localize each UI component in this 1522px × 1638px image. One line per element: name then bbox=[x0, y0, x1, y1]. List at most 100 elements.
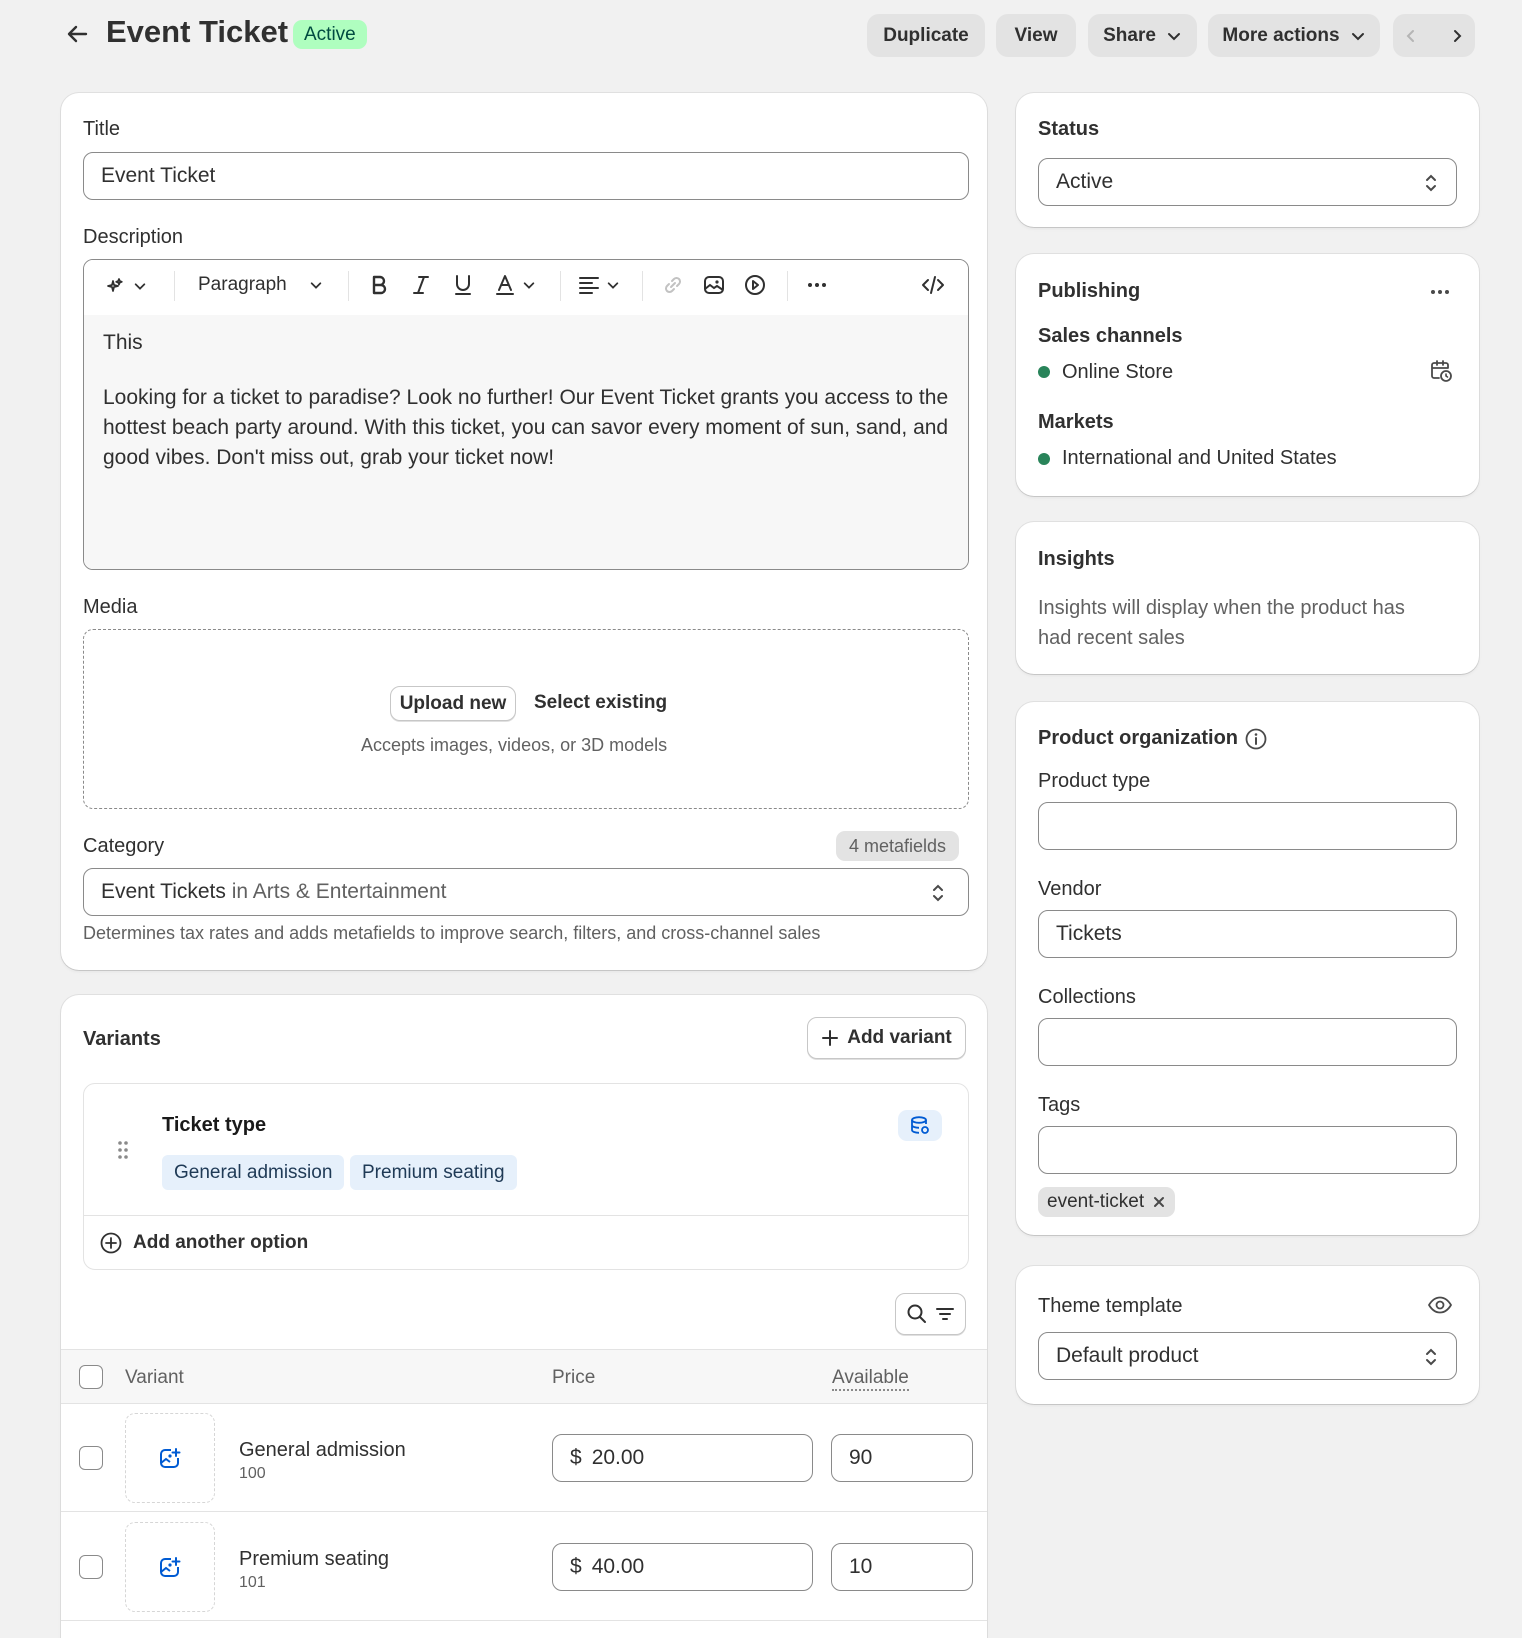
insert-image-button[interactable] bbox=[701, 272, 727, 298]
column-price[interactable]: Price bbox=[552, 1367, 595, 1389]
toolbar-divider bbox=[174, 271, 175, 301]
text-color-button[interactable] bbox=[492, 272, 536, 298]
title-input[interactable]: Event Ticket bbox=[83, 152, 969, 200]
drag-handle[interactable] bbox=[115, 1139, 131, 1161]
status-title: Status bbox=[1038, 118, 1100, 140]
link-button[interactable] bbox=[660, 272, 686, 298]
info-button[interactable] bbox=[1244, 727, 1268, 751]
status-badge: Active bbox=[293, 20, 367, 49]
duplicate-button[interactable]: Duplicate bbox=[867, 14, 985, 57]
toolbar-divider bbox=[787, 271, 788, 301]
option-metafield-button[interactable] bbox=[898, 1110, 942, 1141]
toolbar-divider bbox=[348, 271, 349, 301]
arrow-left-icon bbox=[67, 25, 88, 43]
tags-input[interactable] bbox=[1038, 1126, 1457, 1174]
status-select[interactable]: Active bbox=[1038, 158, 1457, 206]
chevron-down-icon bbox=[134, 283, 146, 290]
underline-button[interactable] bbox=[450, 272, 476, 298]
option-name[interactable]: Ticket type bbox=[162, 1114, 266, 1137]
chevron-left-icon[interactable] bbox=[1403, 28, 1419, 44]
link-icon bbox=[664, 276, 682, 294]
product-type-input[interactable] bbox=[1038, 802, 1457, 850]
chevron-down-icon bbox=[1351, 32, 1364, 40]
preview-button[interactable] bbox=[1427, 1292, 1453, 1318]
available-input[interactable]: 90 bbox=[831, 1434, 973, 1482]
share-button[interactable]: Share bbox=[1088, 14, 1197, 57]
paragraph-select[interactable]: Paragraph bbox=[198, 274, 323, 296]
select-arrows-icon bbox=[1426, 1348, 1436, 1366]
theme-template-title: Theme template bbox=[1038, 1295, 1183, 1317]
chevron-down-icon bbox=[310, 282, 321, 289]
bold-button[interactable] bbox=[366, 272, 392, 298]
option-value-chip[interactable]: Premium seating bbox=[350, 1155, 517, 1190]
description-line1: This bbox=[103, 331, 143, 354]
more-horizontal-icon bbox=[1431, 290, 1449, 294]
search-filter-button[interactable] bbox=[895, 1293, 966, 1335]
back-button[interactable] bbox=[64, 20, 92, 48]
category-select[interactable]: Event Tickets in Arts & Entertainment bbox=[83, 868, 969, 916]
text-color-icon bbox=[496, 275, 514, 295]
publishing-more-button[interactable] bbox=[1427, 279, 1453, 305]
vendor-input[interactable]: Tickets bbox=[1038, 910, 1457, 958]
insights-text: Insights will display when the product h… bbox=[1038, 597, 1405, 649]
add-variant-button[interactable]: Add variant bbox=[807, 1017, 966, 1059]
code-icon bbox=[922, 276, 944, 294]
media-hint: Accepts images, videos, or 3D models bbox=[361, 735, 668, 755]
more-horizontal-icon bbox=[808, 283, 826, 287]
more-actions-button[interactable]: More actions bbox=[1208, 14, 1380, 57]
title-label: Title bbox=[83, 118, 121, 140]
variant-image-upload[interactable] bbox=[125, 1413, 215, 1503]
category-label: Category bbox=[83, 835, 165, 857]
metafields-badge[interactable]: 4 metafields bbox=[836, 831, 960, 861]
row-checkbox[interactable] bbox=[79, 1446, 103, 1470]
price-input[interactable]: $40.00 bbox=[552, 1543, 813, 1591]
media-dropzone[interactable] bbox=[83, 629, 969, 809]
select-existing-link[interactable]: Select existing bbox=[534, 692, 667, 714]
chevron-down-icon bbox=[1167, 32, 1180, 40]
collections-input[interactable] bbox=[1038, 1018, 1457, 1066]
variant-name[interactable]: Premium seating bbox=[239, 1548, 389, 1571]
more-formatting-button[interactable] bbox=[804, 272, 830, 298]
sales-channel-item: Online Store bbox=[1062, 361, 1174, 383]
select-arrows-icon bbox=[1426, 174, 1436, 192]
markets-label: Markets bbox=[1038, 411, 1114, 433]
available-input[interactable]: 10 bbox=[831, 1543, 973, 1591]
description-body: Looking for a ticket to paradise? Look n… bbox=[103, 386, 949, 469]
select-all-checkbox[interactable] bbox=[79, 1365, 103, 1389]
chevron-down-icon bbox=[523, 282, 535, 289]
add-another-option[interactable]: Add another option bbox=[99, 1231, 308, 1255]
page-title: Event Ticket bbox=[106, 14, 289, 49]
upload-new-button[interactable]: Upload new bbox=[390, 686, 516, 721]
tags-label: Tags bbox=[1038, 1094, 1081, 1116]
italic-icon bbox=[413, 276, 429, 294]
schedule-button[interactable] bbox=[1428, 358, 1454, 384]
column-variant[interactable]: Variant bbox=[125, 1367, 184, 1389]
chevron-right-icon[interactable] bbox=[1449, 28, 1465, 44]
column-available[interactable]: Available bbox=[832, 1367, 909, 1391]
align-button[interactable] bbox=[576, 272, 620, 298]
show-html-button[interactable] bbox=[920, 272, 946, 298]
ai-generate-button[interactable] bbox=[103, 274, 147, 298]
toolbar-divider bbox=[642, 271, 643, 301]
select-arrows-icon bbox=[933, 884, 943, 902]
status-dot bbox=[1038, 366, 1050, 378]
pagination bbox=[1393, 14, 1475, 57]
media-label: Media bbox=[83, 596, 138, 618]
status-dot bbox=[1038, 453, 1050, 465]
plus-circle-icon bbox=[100, 1232, 122, 1254]
view-button[interactable]: View bbox=[996, 14, 1076, 57]
italic-button[interactable] bbox=[408, 272, 434, 298]
theme-template-select[interactable]: Default product bbox=[1038, 1332, 1457, 1380]
row-checkbox[interactable] bbox=[79, 1555, 103, 1579]
info-icon bbox=[1245, 728, 1267, 750]
close-icon[interactable] bbox=[1152, 1195, 1166, 1209]
image-add-icon bbox=[160, 1448, 181, 1468]
price-input[interactable]: $20.00 bbox=[552, 1434, 813, 1482]
magic-icon bbox=[107, 278, 123, 292]
tag-chip: event-ticket bbox=[1038, 1187, 1176, 1217]
variant-image-upload[interactable] bbox=[125, 1522, 215, 1612]
variant-name[interactable]: General admission bbox=[239, 1439, 406, 1462]
option-value-chip[interactable]: General admission bbox=[162, 1155, 345, 1190]
option-divider bbox=[84, 1215, 968, 1216]
insert-video-button[interactable] bbox=[742, 272, 768, 298]
